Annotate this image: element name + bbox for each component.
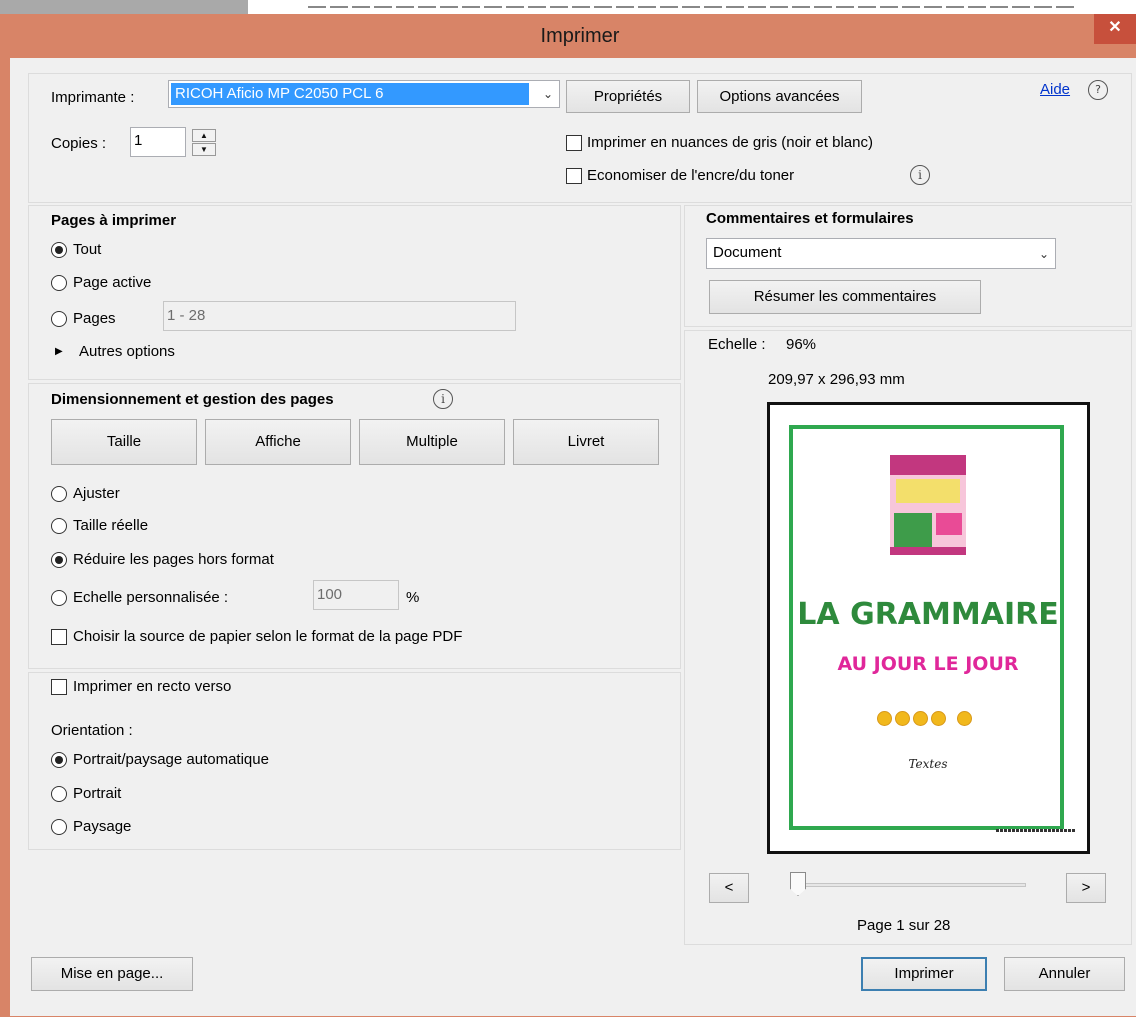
pages-range-input[interactable]: 1 - 28 bbox=[163, 301, 516, 331]
book-cover-thumbnail bbox=[890, 455, 966, 555]
paper-source-checkbox[interactable] bbox=[51, 629, 67, 645]
pages-current-label: Page active bbox=[73, 274, 152, 291]
tab-size[interactable]: Taille bbox=[51, 419, 197, 465]
preview-document-subtitle: AU JOUR LE JOUR bbox=[837, 653, 1019, 675]
sizing-heading: Dimensionnement et gestion des pages bbox=[51, 391, 334, 408]
shrink-radio[interactable] bbox=[51, 552, 67, 568]
save-ink-label: Economiser de l'encre/du toner bbox=[587, 167, 795, 184]
pages-current-radio[interactable] bbox=[51, 275, 67, 291]
page-preview: LA GRAMMAIRE AU JOUR LE JOUR Textes bbox=[767, 402, 1090, 854]
previous-page-button[interactable]: < bbox=[709, 873, 749, 903]
preview-credit-line bbox=[996, 829, 1076, 832]
chevron-down-icon: ⌄ bbox=[1038, 246, 1049, 261]
pages-range-radio[interactable] bbox=[51, 311, 67, 327]
expand-arrow-icon[interactable]: ▶ bbox=[55, 342, 63, 362]
preview-dot bbox=[895, 711, 910, 726]
copies-input[interactable]: 1 bbox=[130, 127, 186, 157]
preview-dot bbox=[877, 711, 892, 726]
custom-scale-input[interactable]: 100 bbox=[313, 580, 399, 610]
scale-value: 96% bbox=[786, 336, 817, 353]
duplex-checkbox[interactable] bbox=[51, 679, 67, 695]
more-options-link[interactable]: Autres options bbox=[79, 342, 175, 362]
comments-select[interactable]: Document ⌄ bbox=[706, 238, 1056, 269]
help-icon[interactable]: ? bbox=[1088, 80, 1108, 100]
cancel-button[interactable]: Annuler bbox=[1004, 957, 1125, 991]
pages-all-radio[interactable] bbox=[51, 242, 67, 258]
orientation-auto-radio[interactable] bbox=[51, 752, 67, 768]
save-ink-checkbox[interactable] bbox=[566, 168, 582, 184]
background-rule bbox=[308, 6, 1078, 8]
orientation-auto-label: Portrait/paysage automatique bbox=[73, 751, 269, 768]
pages-heading: Pages à imprimer bbox=[51, 212, 177, 229]
background-document-strip bbox=[0, 0, 1136, 14]
tab-multiple[interactable]: Multiple bbox=[359, 419, 505, 465]
book-cover-image bbox=[894, 513, 932, 549]
background-gray-area bbox=[0, 0, 248, 14]
book-cover-badge bbox=[936, 513, 962, 535]
tab-booklet[interactable]: Livret bbox=[513, 419, 659, 465]
page-status: Page 1 sur 28 bbox=[857, 917, 951, 934]
fit-label: Ajuster bbox=[73, 485, 120, 502]
grayscale-checkbox[interactable] bbox=[566, 135, 582, 151]
orientation-portrait-radio[interactable] bbox=[51, 786, 67, 802]
printer-select-value: RICOH Aficio MP C2050 PCL 6 bbox=[171, 83, 529, 105]
page-slider-track[interactable] bbox=[798, 883, 1026, 887]
custom-scale-unit: % bbox=[406, 589, 420, 606]
preview-dot bbox=[957, 711, 972, 726]
shrink-label: Réduire les pages hors format bbox=[73, 551, 274, 568]
preview-dot bbox=[913, 711, 928, 726]
book-cover-footer bbox=[890, 547, 966, 555]
paper-source-label: Choisir la source de papier selon le for… bbox=[73, 628, 463, 645]
print-button[interactable]: Imprimer bbox=[861, 957, 987, 991]
page-setup-button[interactable]: Mise en page... bbox=[31, 957, 193, 991]
fit-radio[interactable] bbox=[51, 486, 67, 502]
dialog-title: Imprimer bbox=[540, 25, 620, 47]
preview-dot bbox=[931, 711, 946, 726]
copies-down-icon[interactable]: ▼ bbox=[192, 143, 216, 156]
actual-size-label: Taille réelle bbox=[73, 517, 149, 534]
grayscale-label: Imprimer en nuances de gris (noir et bla… bbox=[587, 134, 873, 151]
custom-scale-radio[interactable] bbox=[51, 590, 67, 606]
orientation-portrait-label: Portrait bbox=[73, 785, 122, 802]
printer-select[interactable]: RICOH Aficio MP C2050 PCL 6 ⌄ bbox=[168, 80, 560, 108]
copies-up-icon[interactable]: ▲ bbox=[192, 129, 216, 142]
copies-label: Copies : bbox=[51, 135, 107, 152]
info-icon: i bbox=[910, 165, 930, 185]
advanced-options-button[interactable]: Options avancées bbox=[697, 80, 862, 113]
summarize-comments-button[interactable]: Résumer les commentaires bbox=[709, 280, 981, 314]
orientation-landscape-label: Paysage bbox=[73, 818, 132, 835]
paper-dimensions: 209,97 x 296,93 mm bbox=[768, 371, 905, 388]
custom-scale-label: Echelle personnalisée : bbox=[73, 589, 229, 606]
actual-size-radio[interactable] bbox=[51, 518, 67, 534]
properties-button[interactable]: Propriétés bbox=[566, 80, 690, 113]
preview-document-footer: Textes bbox=[908, 757, 948, 771]
orientation-landscape-radio[interactable] bbox=[51, 819, 67, 835]
tab-poster[interactable]: Affiche bbox=[205, 419, 351, 465]
pages-range-label: Pages bbox=[73, 310, 116, 327]
orientation-heading: Orientation : bbox=[51, 722, 133, 739]
help-link[interactable]: Aide bbox=[1040, 80, 1070, 100]
comments-select-value: Document bbox=[713, 244, 782, 261]
next-page-button[interactable]: > bbox=[1066, 873, 1106, 903]
preview-document-title: LA GRAMMAIRE bbox=[797, 597, 1059, 632]
close-icon[interactable]: ✕ bbox=[1094, 14, 1136, 44]
pages-all-label: Tout bbox=[73, 241, 102, 258]
chevron-down-icon: ⌄ bbox=[542, 87, 553, 101]
comments-heading: Commentaires et formulaires bbox=[706, 210, 914, 227]
printer-label: Imprimante : bbox=[51, 89, 135, 106]
book-cover-title-block bbox=[896, 479, 960, 503]
duplex-label: Imprimer en recto verso bbox=[73, 678, 232, 695]
scale-label: Echelle : bbox=[708, 336, 766, 353]
book-cover-band bbox=[890, 455, 966, 475]
info-icon: i bbox=[433, 389, 453, 409]
